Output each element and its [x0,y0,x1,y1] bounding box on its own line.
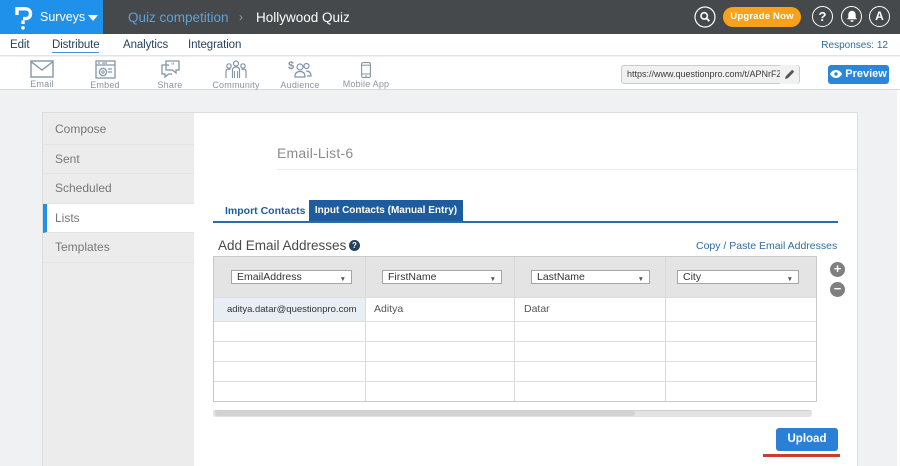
svg-text:$: $ [288,60,294,72]
svg-text:“: “ [171,63,175,70]
